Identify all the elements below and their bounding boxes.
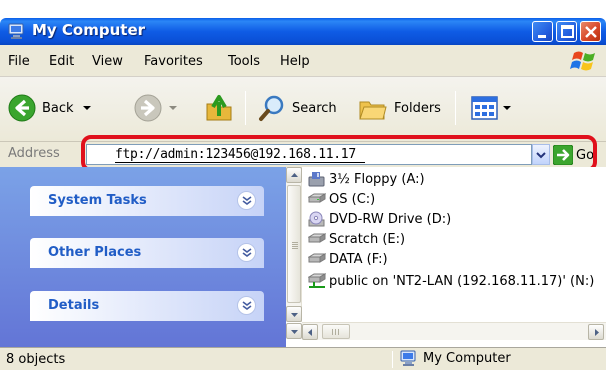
list-item[interactable]: DVD-RW Drive (D:) (308, 209, 451, 229)
chevron-down-icon (291, 313, 298, 317)
search-label: Search (292, 100, 337, 116)
status-object-count: 8 objects (6, 352, 66, 367)
details-title: Details (48, 298, 100, 313)
expand-chevron-icon[interactable] (237, 243, 256, 262)
drive-label: DVD-RW Drive (D:) (329, 211, 452, 227)
title-bar[interactable]: My Computer (0, 18, 606, 45)
list-item[interactable]: DATA (F:) (308, 249, 388, 269)
back-button[interactable]: Back (8, 94, 92, 122)
toolbar-separator (455, 91, 456, 125)
drive-label: OS (C:) (329, 191, 376, 207)
back-arrow-icon (8, 94, 36, 122)
up-folder-icon[interactable] (204, 92, 234, 122)
scroll-left-button[interactable] (302, 324, 318, 340)
status-location: My Computer (400, 350, 511, 366)
list-item[interactable]: Scratch (E:) (308, 229, 405, 249)
windows-flag-icon (570, 51, 595, 71)
menu-edit[interactable]: Edit (49, 54, 74, 69)
vertical-scrollbar[interactable] (286, 167, 302, 322)
horizontal-scroll-thumb[interactable] (322, 324, 350, 339)
menu-favorites[interactable]: Favorites (144, 54, 203, 69)
menu-file[interactable]: File (8, 54, 30, 69)
scroll-down-button[interactable] (286, 306, 302, 322)
horizontal-scrollbar[interactable] (302, 322, 606, 340)
list-item[interactable]: OS (C:) (308, 189, 375, 209)
hard-drive-icon (308, 233, 326, 243)
chevron-down-icon[interactable] (168, 104, 178, 112)
network-drive-icon (308, 273, 326, 288)
address-label: Address (8, 146, 60, 161)
drive-list: 3½ Floppy (A:) OS (C:) DVD-RW Drive (D:) (286, 167, 606, 347)
system-tasks-title: System Tasks (48, 193, 147, 208)
maximize-icon (561, 25, 574, 38)
computer-icon (8, 23, 24, 39)
other-places-title: Other Places (48, 245, 142, 260)
system-tasks-header[interactable]: System Tasks (30, 186, 264, 216)
drive-label: Scratch (E:) (329, 231, 406, 247)
chevron-left-icon (308, 329, 312, 336)
window-title: My Computer (32, 21, 146, 39)
folders-icon (359, 101, 387, 120)
chevron-up-icon (291, 173, 298, 177)
toolbar: Back Search Folders (0, 77, 606, 142)
drive-label: public on 'NT2-LAN (192.168.11.17)' (N:) (329, 273, 595, 289)
minimize-icon (538, 35, 546, 38)
explorer-window: My Computer File Edit View Favorites Too… (0, 0, 606, 370)
vertical-scroll-thumb[interactable] (287, 185, 301, 303)
views-icon (471, 96, 498, 120)
menu-help[interactable]: Help (280, 54, 310, 69)
menu-bar: File Edit View Favorites Tools Help (0, 45, 606, 77)
expand-chevron-icon[interactable] (237, 191, 256, 210)
minimize-button[interactable] (532, 21, 553, 42)
hard-drive-icon (308, 253, 326, 263)
task-pane: System Tasks Other Places Details (0, 167, 286, 347)
chevron-down-icon (503, 106, 511, 110)
computer-icon (400, 350, 416, 366)
list-item[interactable]: public on 'NT2-LAN (192.168.11.17)' (N:) (308, 271, 594, 291)
floppy-icon (308, 172, 325, 187)
close-button[interactable] (580, 21, 601, 42)
menu-view[interactable]: View (92, 54, 123, 69)
other-places-header[interactable]: Other Places (30, 238, 264, 268)
menu-tools[interactable]: Tools (228, 54, 260, 69)
folders-button[interactable]: Folders (358, 94, 441, 122)
scroll-up-button[interactable] (286, 167, 302, 183)
status-divider (392, 351, 393, 368)
drive-label: DATA (F:) (329, 251, 388, 267)
maximize-button[interactable] (556, 21, 577, 42)
toolbar-separator (245, 91, 246, 125)
scroll-right-button[interactable] (588, 324, 604, 340)
views-button[interactable] (470, 94, 512, 122)
hard-drive-icon (308, 193, 326, 203)
close-icon (585, 26, 597, 38)
list-item[interactable]: 3½ Floppy (A:) (308, 169, 425, 189)
status-location-label: My Computer (423, 350, 511, 366)
drive-label: 3½ Floppy (A:) (329, 171, 425, 187)
back-label: Back (42, 100, 74, 116)
content-area: System Tasks Other Places Details 3½ Flo… (0, 167, 606, 347)
status-bar: 8 objects My Computer (0, 347, 606, 370)
forward-button[interactable] (134, 94, 178, 122)
details-header[interactable]: Details (30, 291, 264, 321)
chevron-down-icon (291, 330, 298, 334)
dvd-drive-icon (308, 211, 325, 227)
search-icon (259, 95, 284, 121)
expand-chevron-icon[interactable] (237, 296, 256, 315)
search-button[interactable]: Search (258, 94, 337, 122)
chevron-down-icon[interactable] (82, 104, 92, 112)
folders-label: Folders (394, 100, 441, 116)
scroll-down-lower-button[interactable] (286, 323, 302, 339)
forward-arrow-icon (134, 94, 162, 122)
chevron-right-icon (595, 329, 599, 336)
